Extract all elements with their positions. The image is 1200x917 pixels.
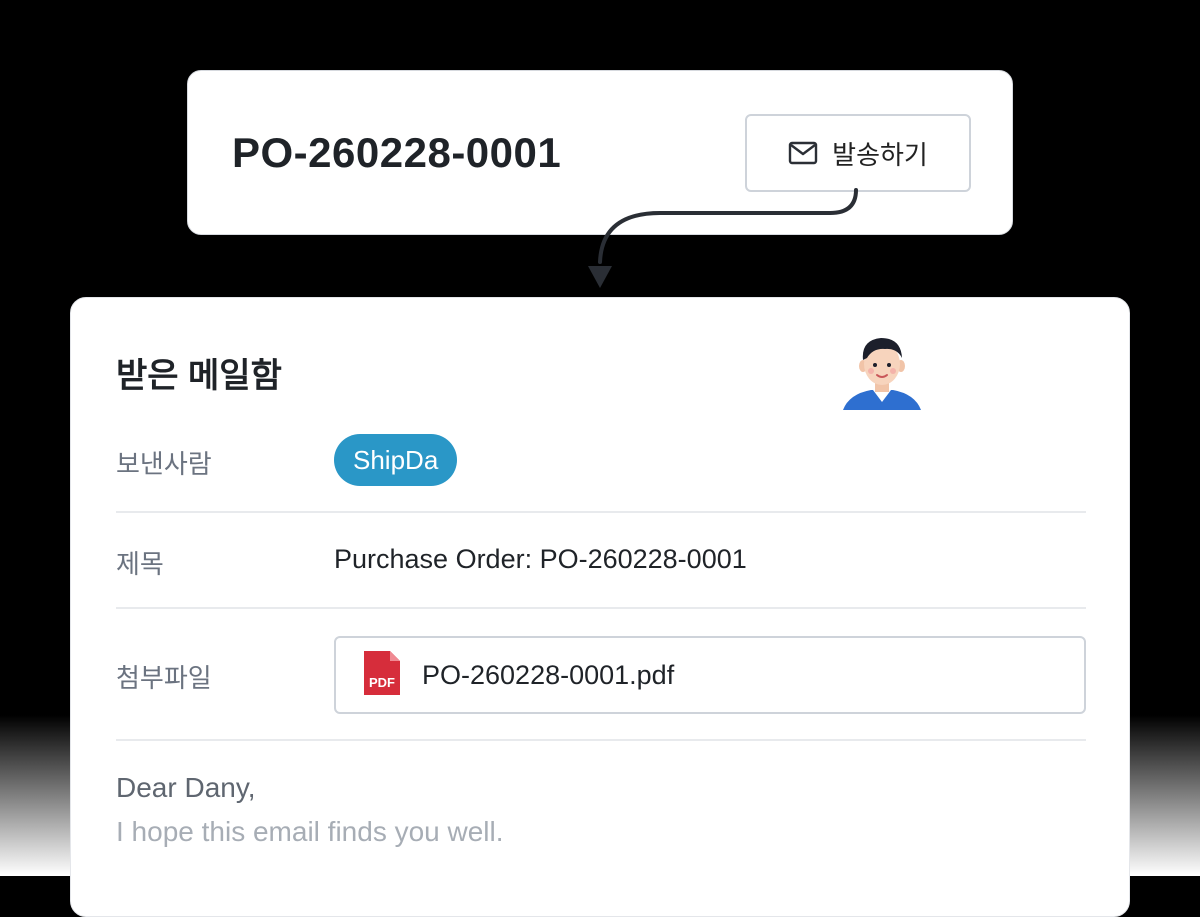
- pdf-icon-text: PDF: [369, 675, 395, 690]
- attachment-label: 첨부파일: [116, 663, 212, 693]
- person-avatar: [841, 336, 923, 415]
- inbox-title: 받은 메일함: [116, 357, 282, 395]
- divider: [116, 607, 1086, 609]
- send-button-label: 발송하기: [832, 139, 928, 170]
- attachment-name: PO-260228-0001.pdf: [422, 659, 675, 690]
- subject-value: Purchase Order: PO-260228-0001: [334, 544, 747, 574]
- subject-label: 제목: [116, 549, 164, 579]
- divider: [116, 511, 1086, 513]
- attachment-file[interactable]: PDF PO-260228-0001.pdf: [334, 636, 1086, 714]
- inbox-card: 받은 메일함 보낸사람 ShipDa 제목 Purchase Order: PO…: [70, 297, 1130, 917]
- mail-icon: [788, 141, 818, 165]
- email-body-line: I hope this email finds you well.: [116, 816, 504, 847]
- po-number: PO-260228-0001: [232, 129, 562, 176]
- email-body-greeting: Dear Dany,: [116, 772, 256, 803]
- pdf-file-icon: PDF: [362, 649, 402, 702]
- po-card: PO-260228-0001 발송하기: [187, 70, 1013, 235]
- sender-chip: ShipDa: [334, 434, 458, 486]
- divider: [116, 739, 1086, 741]
- send-button[interactable]: 발송하기: [745, 114, 971, 192]
- sender-label: 보낸사람: [116, 449, 212, 479]
